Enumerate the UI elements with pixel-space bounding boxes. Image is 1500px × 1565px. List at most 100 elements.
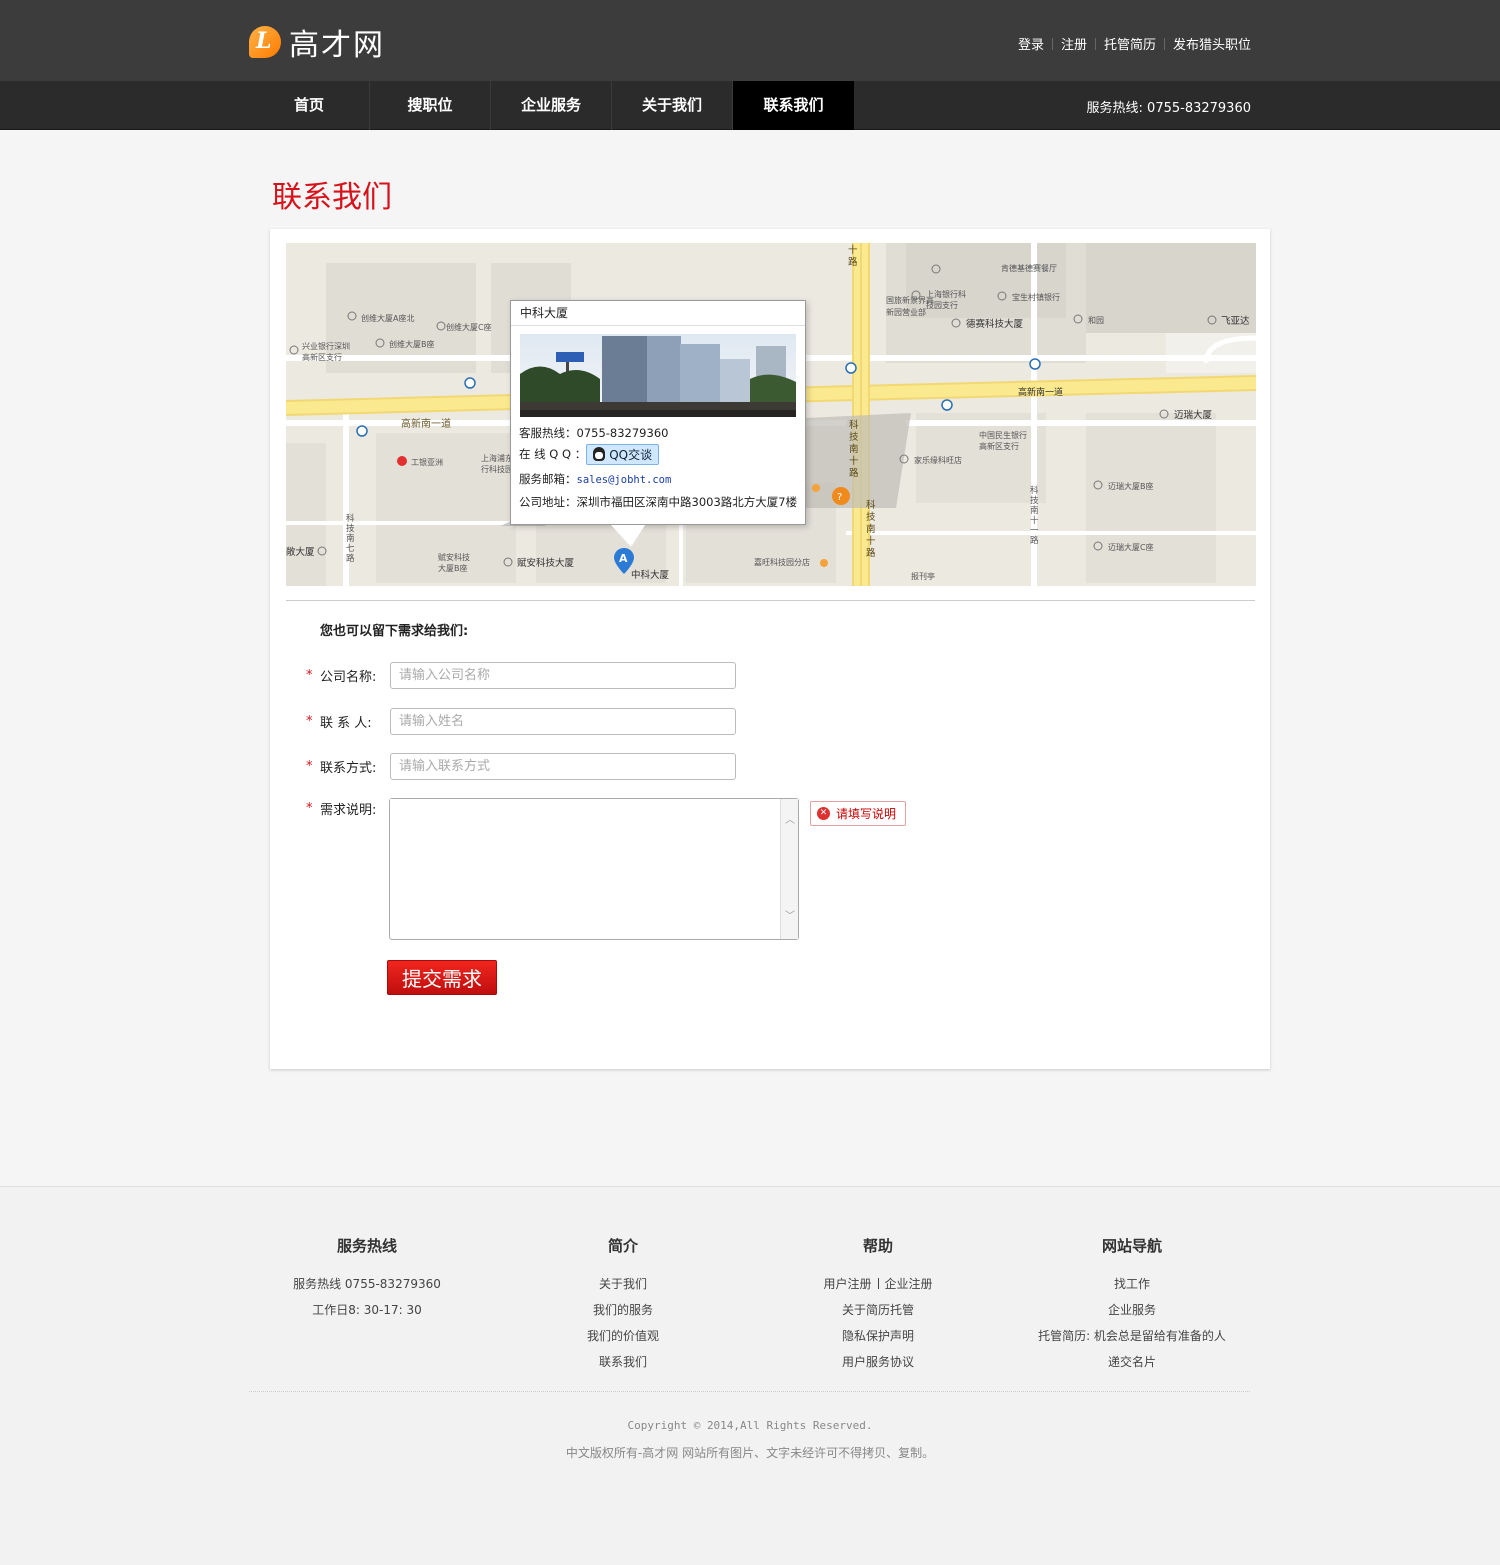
footer-col-hotline: 服务热线 服务热线 0755-83279360 工作日8: 30-17: 30	[287, 1235, 447, 1323]
svg-text:肯德基德赛餐厅: 肯德基德赛餐厅	[1001, 263, 1057, 273]
main-nav-bar: 首页 搜职位 企业服务 关于我们 联系我们 服务热线: 0755-8327936…	[0, 81, 1500, 130]
svg-text:创维大厦C座: 创维大厦C座	[446, 322, 492, 332]
submit-button[interactable]: 提交需求	[387, 960, 497, 995]
building-photo-graphic	[520, 334, 796, 417]
footer-divider	[249, 1391, 1250, 1392]
popup-qq-label: 在 线 Q Q ：	[519, 447, 587, 461]
top-header: 高才网 登录 注册 托管简历 发布猎头职位	[0, 0, 1500, 81]
contact-method-input[interactable]	[390, 752, 736, 780]
svg-text:嘉旺科技园分店: 嘉旺科技园分店	[754, 557, 810, 567]
svg-text:敞大厦: 敞大厦	[286, 546, 315, 558]
page-title: 联系我们	[272, 180, 392, 215]
svg-text:迈瑞大厦C座: 迈瑞大厦C座	[1108, 542, 1154, 552]
footer-link-services[interactable]: 我们的服务	[593, 1303, 653, 1317]
svg-text:?: ?	[837, 492, 842, 503]
error-icon: ✕	[817, 807, 830, 820]
svg-text:科: 科	[1030, 485, 1039, 496]
logo-icon	[249, 26, 281, 58]
svg-text:路: 路	[1030, 535, 1039, 546]
required-mark: *	[306, 667, 313, 683]
svg-text:创维大厦A座北: 创维大厦A座北	[361, 313, 414, 323]
location-map[interactable]: 高新南一道 高新南一道 国旅新景界高 新园营业部 肯德基德赛餐厅 上海银行科 技…	[286, 243, 1256, 586]
footer-link-find-job[interactable]: 找工作	[1114, 1277, 1150, 1291]
footer-col-title: 帮助	[862, 1237, 893, 1255]
popup-hotline-value: 0755-83279360	[576, 426, 669, 440]
popup-hotline-label: 客服热线：	[519, 426, 577, 440]
svg-text:路: 路	[849, 467, 859, 479]
svg-text:赋安科技大厦: 赋安科技大厦	[517, 557, 575, 569]
svg-text:中国民生银行: 中国民生银行	[979, 430, 1027, 440]
copyright: Copyright © 2014,All Rights Reserved.	[627, 1419, 873, 1432]
svg-text:南: 南	[1030, 505, 1039, 516]
nav-item-home[interactable]: 首页	[249, 81, 370, 130]
nav-item-enterprise-services[interactable]: 企业服务	[491, 81, 612, 130]
map-road-label: 高新南一道	[401, 417, 451, 430]
required-mark: *	[306, 713, 313, 729]
textarea-scrollbar[interactable]: ︿ ﹀	[780, 799, 798, 939]
marker-letter: A	[619, 552, 628, 565]
svg-text:技: 技	[849, 431, 859, 443]
logo-text: 高才网	[289, 28, 385, 63]
contact-method-label: 联系方式:	[320, 760, 377, 776]
svg-text:南: 南	[346, 533, 355, 544]
company-name-row: * 公司名称:	[306, 661, 736, 689]
footer-link-privacy[interactable]: 隐私保护声明	[842, 1329, 914, 1343]
svg-text:一: 一	[1030, 526, 1039, 536]
nav-item-contact-us[interactable]: 联系我们	[733, 81, 854, 130]
requirement-textarea[interactable]	[390, 799, 780, 937]
footer-link-enterprise[interactable]: 企业服务	[1108, 1303, 1156, 1317]
map-road-label: 高新南一道	[1018, 386, 1063, 398]
footer-link-about[interactable]: 关于我们	[599, 1277, 647, 1291]
login-link[interactable]: 登录	[1018, 34, 1044, 53]
divider	[1163, 37, 1165, 50]
nav-item-about-us[interactable]: 关于我们	[612, 81, 733, 130]
footer-col-title: 简介	[607, 1237, 638, 1255]
main-nav: 首页 搜职位 企业服务 关于我们 联系我们	[249, 81, 854, 130]
scroll-down-icon[interactable]: ﹀	[784, 911, 796, 923]
building-photo	[520, 334, 796, 417]
required-mark: *	[306, 800, 313, 816]
location-marker-icon[interactable]: A	[614, 548, 634, 574]
footer-link-host-resume[interactable]: 托管简历: 机会总是留给有准备的人	[1038, 1329, 1226, 1343]
svg-text:南: 南	[849, 443, 859, 455]
footer-link-user-register[interactable]: 用户注册	[823, 1277, 871, 1291]
contact-person-input[interactable]	[390, 707, 736, 735]
footer-link-business-card[interactable]: 递交名片	[1108, 1355, 1156, 1369]
form-heading: 您也可以留下需求给我们:	[320, 624, 469, 639]
footer-text: 工作日8: 30-17: 30	[312, 1303, 422, 1317]
footer-col-title: 服务热线	[336, 1237, 397, 1255]
required-mark: *	[306, 758, 313, 774]
contact-card: 高新南一道 高新南一道 国旅新景界高 新园营业部 肯德基德赛餐厅 上海银行科 技…	[270, 229, 1270, 1069]
footer-col-sitenav: 网站导航 找工作 企业服务 托管简历: 机会总是留给有准备的人 递交名片	[1022, 1235, 1242, 1375]
marker-a-graphic: A	[614, 548, 634, 574]
post-headhunter-job-link[interactable]: 发布猎头职位	[1173, 34, 1251, 53]
popup-email-row: 服务邮箱：sales@jobht.com	[519, 471, 671, 487]
nav-hotline: 服务热线: 0755-83279360	[1086, 101, 1251, 116]
divider	[877, 1278, 879, 1289]
nav-item-search-jobs[interactable]: 搜职位	[370, 81, 491, 130]
svg-text:赋安科技: 赋安科技	[438, 552, 470, 562]
validation-error-tip: ✕ 请填写说明	[810, 801, 907, 826]
popup-email-label: 服务邮箱：	[519, 472, 577, 486]
company-name-input[interactable]	[390, 661, 736, 689]
popup-hotline-row: 客服热线：0755-83279360	[519, 425, 668, 441]
qq-chat-button[interactable]: QQ交谈	[586, 444, 660, 465]
svg-text:家乐缘科旺店: 家乐缘科旺店	[914, 455, 962, 465]
register-link[interactable]: 注册	[1061, 34, 1087, 53]
section-divider	[286, 600, 1255, 601]
popup-address-row: 公司地址：深圳市福田区深南中路3003路北方大厦7楼	[519, 494, 797, 510]
svg-text:十: 十	[848, 244, 858, 256]
footer-link-resume-hosting[interactable]: 关于简历托管	[842, 1303, 914, 1317]
site-logo[interactable]: 高才网	[249, 24, 385, 63]
popup-email-value[interactable]: sales@jobht.com	[577, 474, 672, 486]
resume-hosting-link[interactable]: 托管简历	[1104, 34, 1156, 53]
footer-link-terms[interactable]: 用户服务协议	[842, 1355, 914, 1369]
svg-text:飞亚达: 飞亚达	[1221, 315, 1250, 327]
svg-text:上海浦东: 上海浦东	[481, 453, 513, 463]
scroll-up-icon[interactable]: ︿	[784, 815, 796, 827]
footer-link-values[interactable]: 我们的价值观	[587, 1329, 659, 1343]
svg-text:高新区支行: 高新区支行	[302, 352, 342, 362]
svg-text:科: 科	[849, 419, 859, 431]
footer-link-contact[interactable]: 联系我们	[599, 1355, 647, 1369]
footer-link-company-register[interactable]: 企业注册	[885, 1277, 933, 1291]
